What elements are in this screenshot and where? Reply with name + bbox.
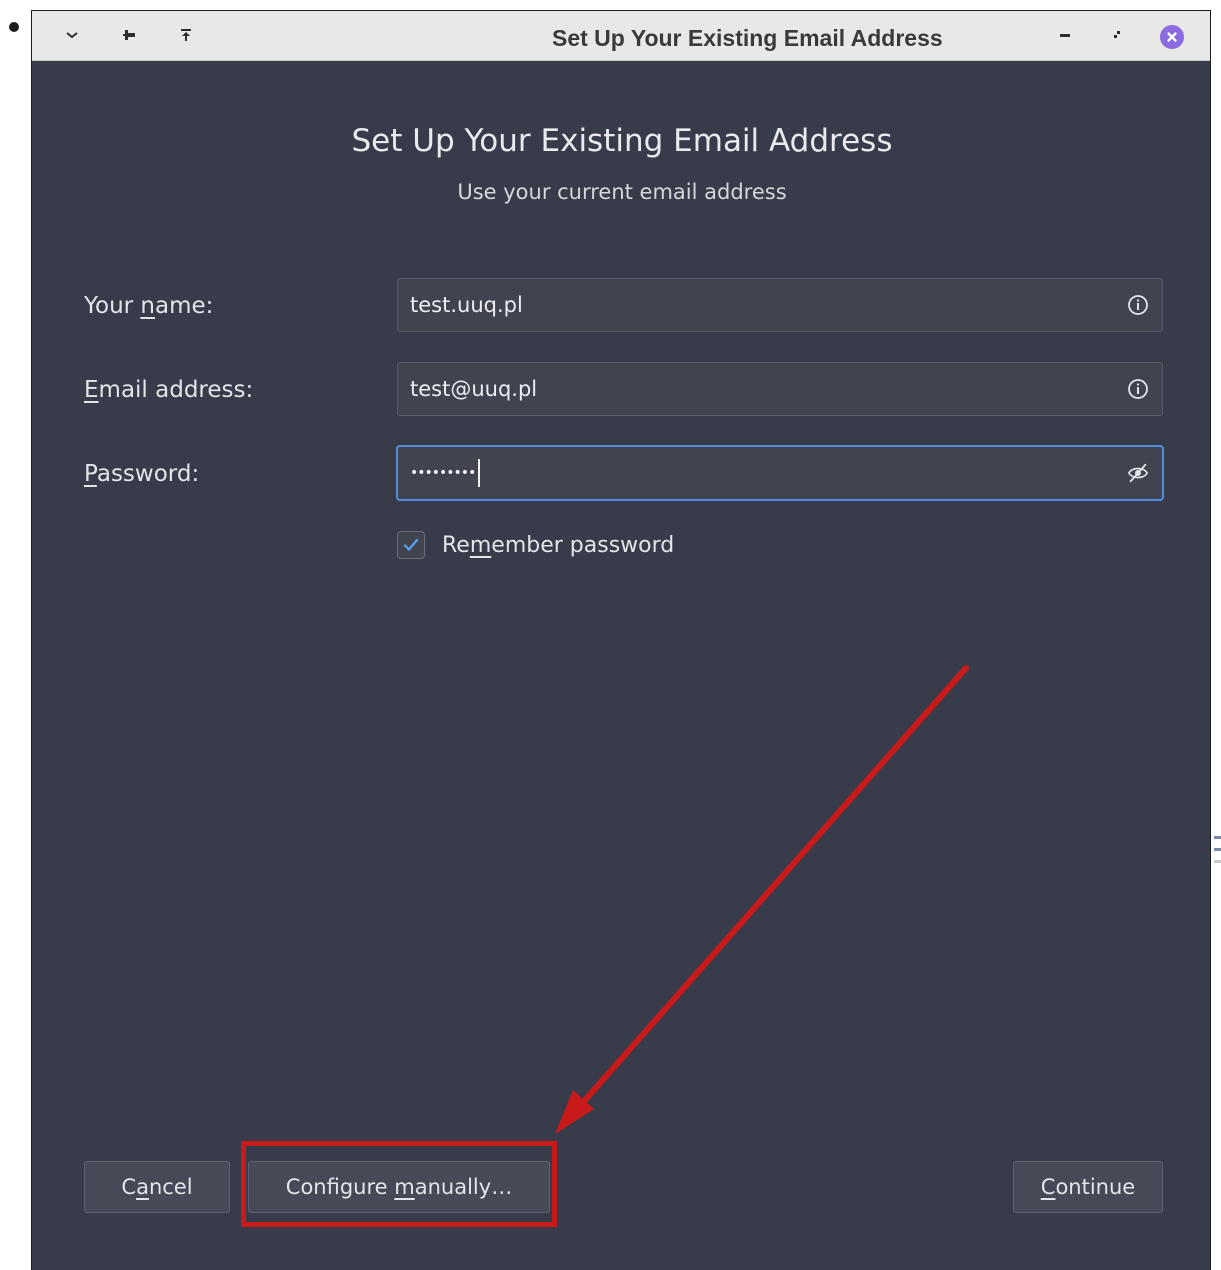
list-bullet <box>9 22 19 32</box>
dialog-subheading: Use your current email address <box>457 180 787 204</box>
remember-password-checkbox[interactable] <box>397 531 425 559</box>
email-label: Email address: <box>84 377 254 403</box>
minimize-icon[interactable] <box>1055 25 1075 45</box>
text-caret <box>478 459 481 487</box>
close-icon[interactable] <box>1160 25 1184 49</box>
remember-password-label[interactable]: Remember password <box>442 532 674 560</box>
configure-manually-button[interactable]: Configure manually… <box>248 1161 550 1213</box>
email-input[interactable] <box>398 363 1098 415</box>
dialog-heading: Set Up Your Existing Email Address <box>351 123 893 159</box>
continue-button[interactable]: Continue <box>1013 1161 1163 1213</box>
cancel-button[interactable]: Cancel <box>84 1161 230 1213</box>
name-input[interactable] <box>398 279 1098 331</box>
keep-above-icon[interactable] <box>176 25 196 45</box>
name-label: Your name: <box>84 293 214 319</box>
name-field[interactable] <box>397 278 1163 332</box>
chevron-down-icon[interactable] <box>62 25 82 45</box>
maximize-icon[interactable] <box>1107 25 1127 45</box>
email-field[interactable] <box>397 362 1163 416</box>
window-titlebar[interactable]: Set Up Your Existing Email Address <box>32 11 1210 61</box>
password-label: Password: <box>84 461 200 487</box>
eye-slash-icon[interactable] <box>1126 461 1150 485</box>
password-field[interactable]: ••••••••• <box>397 446 1163 500</box>
pin-icon[interactable] <box>120 25 140 45</box>
window-title: Set Up Your Existing Email Address <box>552 25 943 51</box>
info-icon[interactable] <box>1126 293 1150 317</box>
background-window-edge <box>1214 836 1221 888</box>
setup-email-dialog: Set Up Your Existing Email Address Set U… <box>31 10 1211 1270</box>
info-icon[interactable] <box>1126 377 1150 401</box>
password-input[interactable]: ••••••••• <box>410 459 481 487</box>
